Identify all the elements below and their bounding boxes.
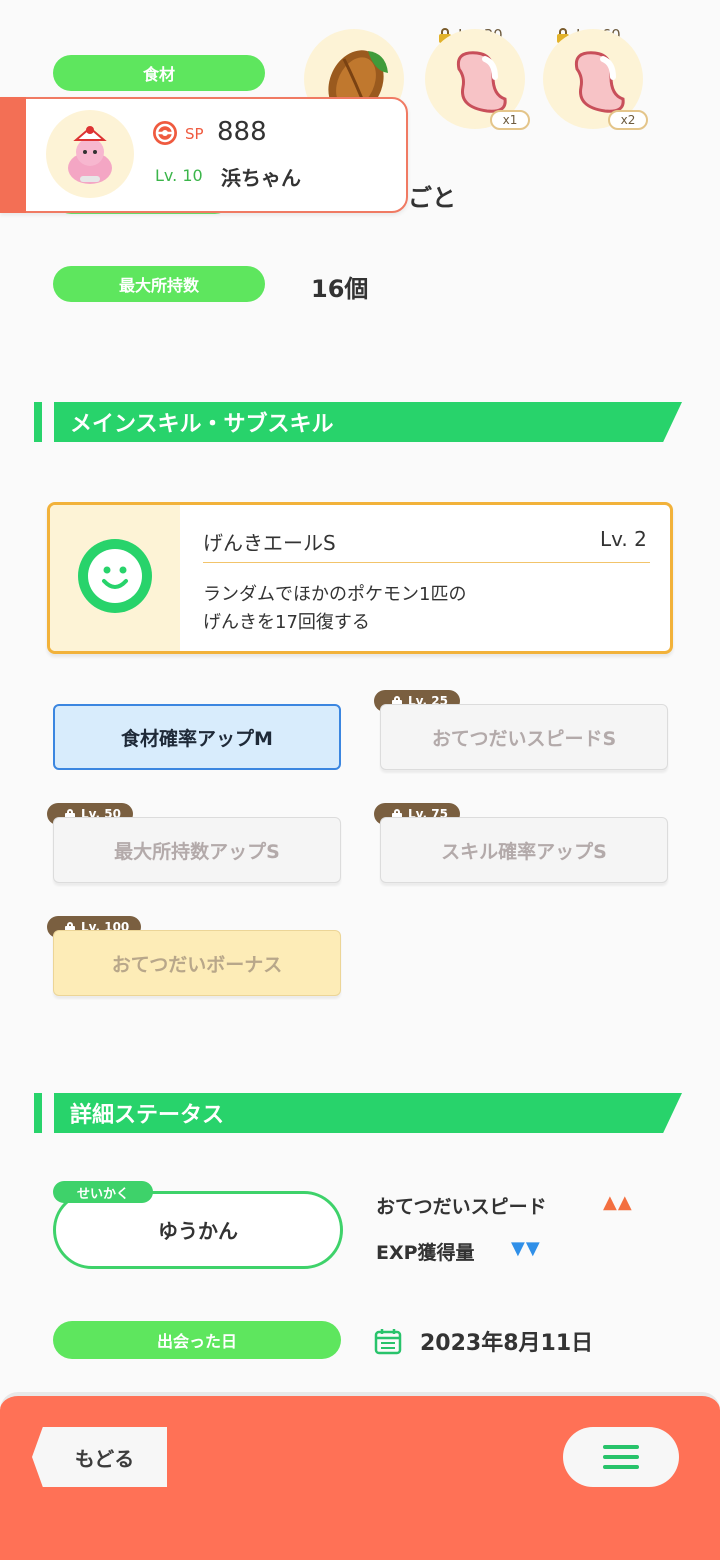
back-button[interactable]: もどる: [32, 1427, 167, 1487]
sub-skill-1[interactable]: 食材確率アップM: [53, 704, 341, 770]
menu-icon-line: [603, 1465, 639, 1469]
main-skill-name: げんきエールS: [203, 531, 336, 555]
sp-icon: [153, 121, 177, 145]
section-marker: [34, 1093, 42, 1133]
pokemon-name: 浜ちゃん: [221, 166, 301, 190]
partially-hidden-text: ごと: [408, 184, 456, 212]
skill-icon-panel: [50, 505, 180, 651]
max-carry-value: 16個: [311, 275, 369, 303]
nature-value: ゆうかん: [158, 1219, 238, 1243]
max-carry-label: 最大所持数: [53, 266, 265, 302]
sub-skill-2[interactable]: おてつだいスピードS: [380, 704, 668, 770]
pokemon-icon: [68, 126, 112, 184]
sub-skill-3[interactable]: 最大所持数アップS: [53, 817, 341, 883]
sp-value: 888: [217, 117, 267, 147]
ingredients-label: 食材: [53, 55, 265, 91]
ingredient-slot-3-qty: x2: [608, 110, 648, 130]
main-skill-desc-line1: ランダムでほかのポケモン1匹の: [203, 584, 467, 605]
main-skill-card[interactable]: げんきエールS Lv. 2 ランダムでほかのポケモン1匹の げんきを17回復する: [47, 502, 673, 654]
menu-icon-line: [603, 1445, 639, 1449]
sp-label: SP: [185, 125, 204, 143]
menu-icon-line: [603, 1455, 639, 1459]
pokemon-card-accent: [0, 97, 26, 213]
nature-tag: せいかく: [53, 1181, 153, 1203]
nature-down-stat: EXP獲得量: [376, 1242, 475, 1264]
smile-icon: [78, 539, 152, 613]
nature-up-stat: おてつだいスピード: [376, 1196, 547, 1218]
main-skill-level: Lv. 2: [600, 527, 647, 551]
down-arrows-icon: ▼▼: [511, 1238, 541, 1259]
divider: [203, 562, 650, 563]
met-date-label: 出会った日: [53, 1321, 341, 1359]
details-section-title: 詳細ステータス: [54, 1093, 682, 1133]
section-marker: [34, 402, 42, 442]
sub-skill-5[interactable]: おてつだいボーナス: [53, 930, 341, 996]
skills-section-title: メインスキル・サブスキル: [54, 402, 682, 442]
calendar-icon: [374, 1329, 402, 1355]
met-date-value: 2023年8月11日: [420, 1331, 594, 1356]
sub-skill-4[interactable]: スキル確率アップS: [380, 817, 668, 883]
pokemon-avatar: [46, 110, 134, 198]
up-arrows-icon: ▲▲: [603, 1192, 633, 1213]
main-skill-desc-line2: げんきを17回復する: [203, 612, 370, 633]
pokemon-level: Lv. 10: [155, 166, 203, 185]
ingredient-slot-2-qty: x1: [490, 110, 530, 130]
menu-button[interactable]: [563, 1427, 679, 1487]
